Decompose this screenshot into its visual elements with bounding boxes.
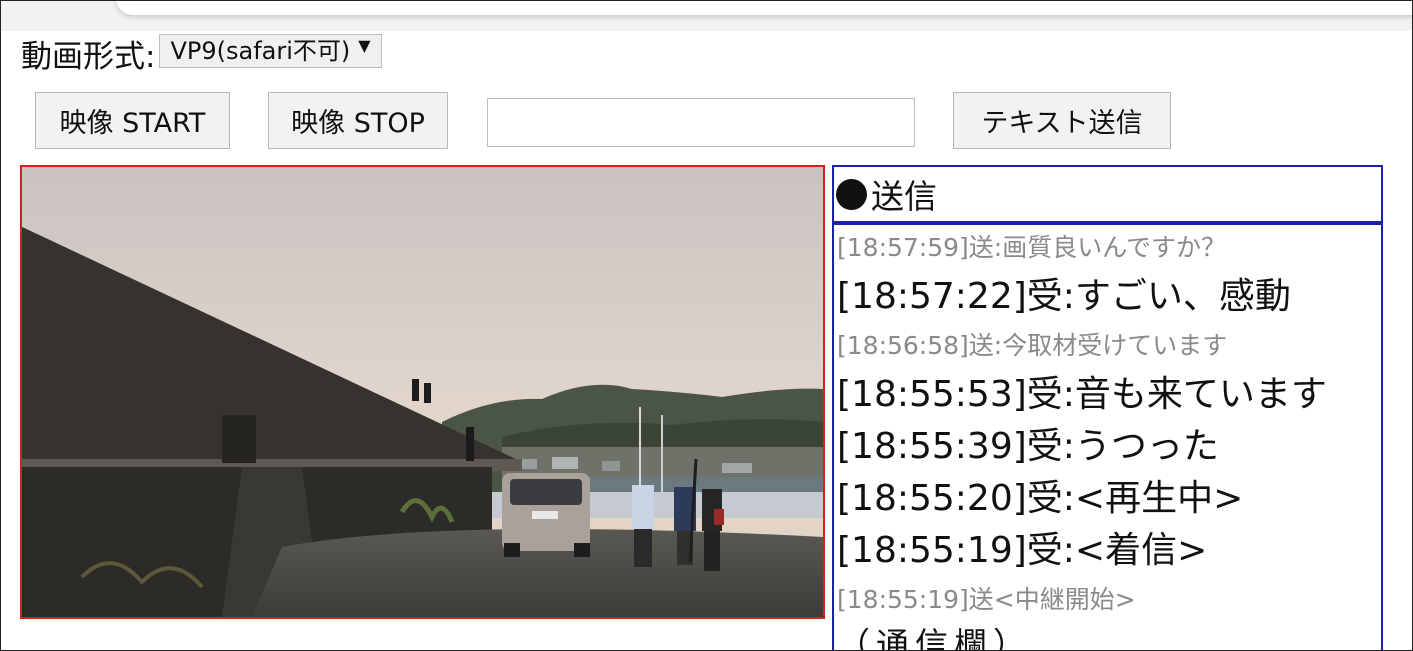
bullet-icon — [836, 178, 867, 210]
browser-top-bar — [1, 1, 1412, 31]
message-text-input[interactable] — [487, 98, 915, 147]
chat-panel: 送信 [18:57:59]送:画質良いんですか？ [18:57:22]受:すごい… — [832, 165, 1383, 651]
chat-header-title: 送信 — [871, 177, 937, 216]
chat-log[interactable]: [18:57:59]送:画質良いんですか？ [18:57:22]受:すごい、感動… — [834, 225, 1381, 651]
triangle-down-icon: ▼ — [358, 36, 371, 55]
chat-message-received: [18:55:19]受:<着信> — [837, 530, 1208, 571]
format-label: 動画形式: — [21, 38, 156, 75]
chat-message-sent: [18:55:19]送<中継開始> — [837, 585, 1136, 614]
chat-footer-label: （通信欄） — [837, 625, 1032, 651]
app-frame: 動画形式: VP9(safari不可) ▼ 映像 START 映像 STOP テ… — [0, 0, 1413, 651]
chat-message-sent: [18:56:58]送:今取材受けています — [837, 331, 1228, 360]
format-row: 動画形式: VP9(safari不可) ▼ — [21, 33, 382, 75]
chat-message-received: [18:55:39]受:うつった — [837, 426, 1219, 467]
video-start-button[interactable]: 映像 START — [35, 92, 230, 149]
chat-message-sent: [18:57:59]送:画質良いんですか？ — [837, 233, 1226, 262]
address-bar[interactable] — [116, 1, 1412, 15]
video-stop-button[interactable]: 映像 STOP — [268, 92, 448, 149]
format-select[interactable]: VP9(safari不可) ▼ — [159, 34, 382, 68]
video-view[interactable] — [20, 165, 825, 619]
chat-message-received: [18:55:53]受:音も来ています — [837, 374, 1327, 415]
chat-message-received: [18:55:20]受:<再生中> — [837, 478, 1244, 519]
chat-message-received: [18:57:22]受:すごい、感動 — [837, 276, 1291, 317]
chat-header: 送信 — [834, 167, 1381, 225]
send-text-button[interactable]: テキスト送信 — [953, 92, 1171, 149]
video-frame-image — [22, 167, 823, 617]
format-select-value: VP9(safari不可) — [170, 37, 351, 65]
